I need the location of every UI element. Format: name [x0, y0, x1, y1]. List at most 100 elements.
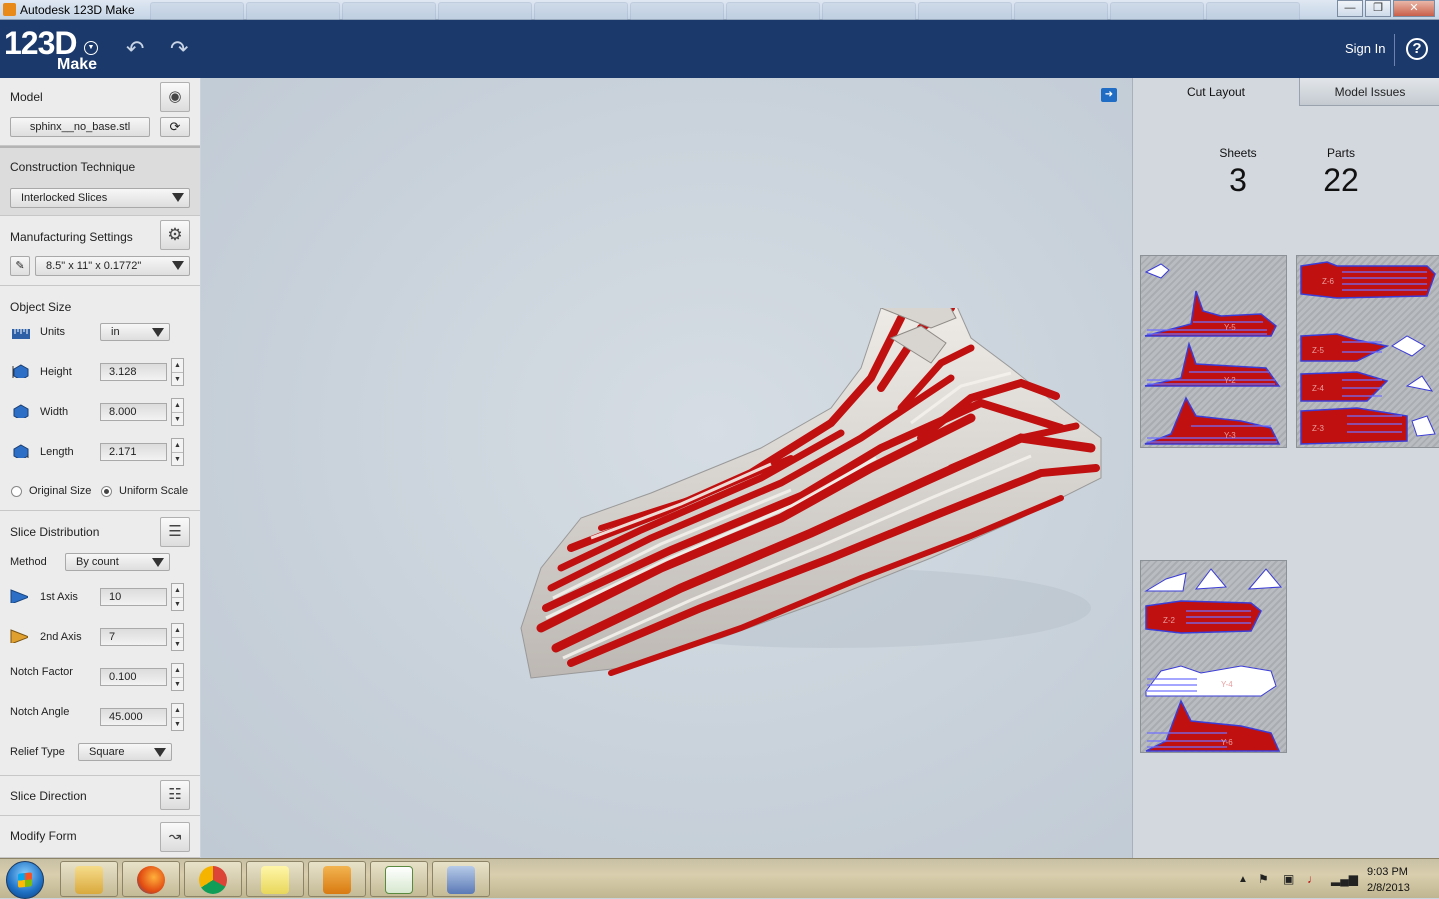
chevron-down-icon: [154, 748, 166, 757]
firefox-icon: [137, 866, 165, 894]
123d-make-taskbar-button[interactable]: [432, 861, 490, 897]
material-value: 8.5" x 11" x 0.1772": [46, 260, 142, 272]
chart-notepad-icon: [385, 866, 413, 894]
sheets-count: 3: [1229, 162, 1247, 198]
original-size-radio[interactable]: [11, 486, 22, 497]
123d-make-icon: [447, 866, 475, 894]
folder-icon: [75, 866, 103, 894]
notch-angle-input[interactable]: 45.000: [100, 708, 167, 726]
maximize-button[interactable]: ❐: [1365, 0, 1391, 17]
firefox-taskbar-button[interactable]: [122, 861, 180, 897]
height-stepper[interactable]: ▲ ▼: [171, 358, 184, 386]
sheet-2-label-1: Z-6: [1322, 277, 1335, 286]
slice-direction-icon[interactable]: ☷: [160, 780, 190, 810]
notes-taskbar-button[interactable]: [246, 861, 304, 897]
sheet-1-parts: Y-5 Y-2 Y-3: [1144, 263, 1281, 445]
notch-factor-stepper[interactable]: ▲ ▼: [171, 663, 184, 691]
notch-angle-stepper[interactable]: ▲ ▼: [171, 703, 184, 731]
slice-direction-section: Slice Direction ☷: [0, 776, 200, 816]
signal-icon[interactable]: ▂▄▆: [1331, 872, 1358, 886]
units-dropdown[interactable]: in: [100, 323, 170, 341]
model-section: Model ◉ sphinx__no_base.stl ⟳: [0, 78, 200, 146]
app-menu-icon[interactable]: ▼: [84, 41, 98, 55]
length-stepper[interactable]: ▲ ▼: [171, 438, 184, 466]
sheet-1-label-3: Y-3: [1224, 431, 1236, 440]
help-icon[interactable]: ?: [1406, 38, 1428, 60]
sheet-3-parts: Z-2 Y-4 Y-6: [1144, 568, 1283, 752]
width-input[interactable]: 8.000: [100, 403, 167, 421]
axis2-input[interactable]: 7: [100, 628, 167, 646]
clock-date[interactable]: 2/8/2013: [1367, 882, 1410, 894]
uniform-scale-label: Uniform Scale: [119, 485, 189, 497]
show-hidden-icons[interactable]: ▲: [1238, 874, 1248, 885]
model-file-button[interactable]: sphinx__no_base.stl: [10, 117, 150, 137]
height-input[interactable]: 3.128: [100, 363, 167, 381]
windows-taskbar: ▲ ⚑ ▣ ♩ ▂▄▆ 9:03 PM 2/8/2013: [0, 858, 1439, 899]
units-label: Units: [40, 326, 66, 338]
gear-icon[interactable]: ⚙: [160, 220, 190, 250]
sheet-thumbnail-3[interactable]: Z-2 Y-4 Y-6: [1140, 560, 1287, 753]
background-tab: [726, 2, 820, 20]
units-value: in: [111, 326, 120, 338]
tab-model-issues[interactable]: Model Issues: [1299, 78, 1439, 106]
model-title: Model: [10, 90, 43, 104]
relief-type-dropdown[interactable]: Square: [78, 743, 172, 761]
chrome-taskbar-button[interactable]: [184, 861, 242, 897]
slice-distribution-title: Slice Distribution: [10, 525, 100, 539]
window-title: Autodesk 123D Make: [20, 3, 135, 17]
background-tab: [630, 2, 724, 20]
sheets-label: Sheets: [1219, 146, 1257, 160]
redo-icon[interactable]: ↷: [170, 36, 188, 62]
background-tab: [438, 2, 532, 20]
expand-panel-icon[interactable]: ➜: [1101, 88, 1117, 102]
clock-time[interactable]: 9:03 PM: [1367, 866, 1408, 878]
manufacturing-title: Manufacturing Settings: [10, 230, 133, 244]
uniform-scale-radio[interactable]: [101, 486, 112, 497]
pencil-icon[interactable]: ✎: [10, 256, 30, 276]
eye-icon[interactable]: ◉: [160, 82, 190, 112]
length-label: Length: [40, 446, 74, 458]
ruler-icon: [12, 329, 30, 339]
manufacturing-section: Manufacturing Settings ⚙ ✎ 8.5" x 11" x …: [0, 216, 200, 286]
notch-factor-input[interactable]: 0.100: [100, 668, 167, 686]
project-taskbar-button[interactable]: [370, 861, 428, 897]
sheet-3-label-2: Y-4: [1221, 680, 1233, 689]
tab-cut-layout[interactable]: Cut Layout: [1133, 78, 1299, 106]
explorer-taskbar-button[interactable]: [60, 861, 118, 897]
axis1-input[interactable]: 10: [100, 588, 167, 606]
volume-muted-icon[interactable]: ♩: [1307, 872, 1319, 886]
undo-icon[interactable]: ↶: [126, 36, 144, 62]
axis1-stepper[interactable]: ▲ ▼: [171, 583, 184, 611]
original-size-label: Original Size: [29, 485, 92, 497]
chevron-down-icon: [172, 261, 184, 270]
outlook-taskbar-button[interactable]: [308, 861, 366, 897]
flag-icon[interactable]: ⚑: [1258, 872, 1269, 886]
sheet-thumbnail-1[interactable]: Y-5 Y-2 Y-3: [1140, 255, 1287, 448]
method-dropdown[interactable]: By count: [65, 553, 170, 571]
cut-layout-panel: Cut Layout Model Issues Sheets 3 Parts 2…: [1132, 78, 1439, 858]
3d-viewport[interactable]: ➜: [201, 78, 1132, 858]
minimize-button[interactable]: —: [1337, 0, 1363, 17]
construction-dropdown[interactable]: Interlocked Slices: [10, 188, 190, 208]
sign-in-link[interactable]: Sign In: [1345, 41, 1385, 56]
method-value: By count: [76, 556, 119, 568]
material-dropdown[interactable]: 8.5" x 11" x 0.1772": [35, 256, 190, 276]
background-tabs: [150, 2, 1300, 20]
sheet-thumbnail-2[interactable]: Z-6 Z-5 Z-4 Z-3: [1296, 255, 1439, 448]
start-button[interactable]: [6, 861, 44, 899]
axis2-stepper[interactable]: ▲ ▼: [171, 623, 184, 651]
logo-make: Make: [57, 56, 98, 73]
refresh-icon[interactable]: ⟳: [160, 117, 190, 137]
relief-type-label: Relief Type: [10, 746, 65, 758]
modify-form-icon[interactable]: ↝: [160, 822, 190, 852]
length-input[interactable]: 2.171: [100, 443, 167, 461]
settings-panel: Model ◉ sphinx__no_base.stl ⟳ Constructi…: [0, 78, 200, 858]
distribution-icon[interactable]: ☰: [160, 517, 190, 547]
sheet-1-label-1: Y-5: [1224, 323, 1236, 332]
background-tab: [150, 2, 244, 20]
close-window-button[interactable]: ✕: [1393, 0, 1435, 17]
width-icon: [13, 404, 29, 418]
network-device-icon[interactable]: ▣: [1283, 872, 1294, 886]
object-size-title: Object Size: [10, 300, 72, 314]
width-stepper[interactable]: ▲ ▼: [171, 398, 184, 426]
